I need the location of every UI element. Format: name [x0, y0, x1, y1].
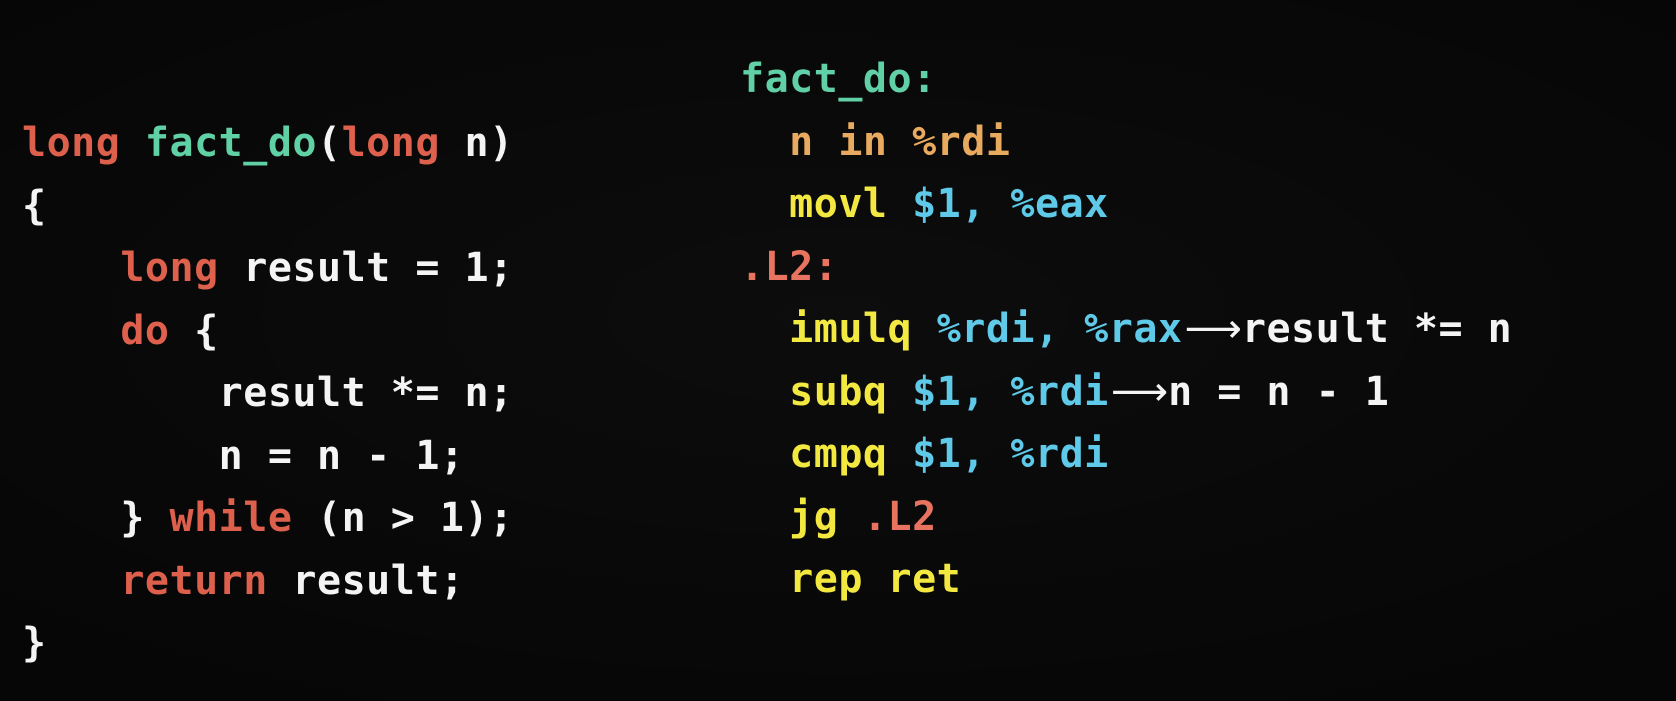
- asm-line-8: jg .L2: [740, 486, 1512, 549]
- code-token: result *= n: [1241, 306, 1513, 352]
- code-token: rep ret: [789, 556, 962, 602]
- asm-line-4: .L2:: [740, 236, 1512, 299]
- code-token: result = 1;: [218, 245, 514, 291]
- c-source-code-block: long fact_do(long n){ long result = 1; d…: [22, 112, 514, 675]
- c-line-8: return result;: [22, 550, 514, 613]
- code-token: .L2: [862, 493, 937, 540]
- code-token: jg: [789, 493, 839, 540]
- asm-line-7: cmpq $1, %rdi: [740, 423, 1512, 486]
- code-token: movl: [789, 181, 888, 227]
- asm-line-6: subq $1, %rdi⟶n = n - 1: [740, 361, 1512, 424]
- code-token: cmpq: [789, 431, 888, 477]
- asm-line-3: movl $1, %eax: [740, 173, 1512, 236]
- code-token: n = n - 1;: [22, 432, 465, 479]
- c-line-2: {: [22, 175, 514, 238]
- code-token: $1, %rdi: [912, 368, 1109, 415]
- code-token: (: [317, 120, 342, 166]
- c-line-4: do {: [22, 300, 514, 363]
- code-token: fact_do:: [740, 56, 937, 102]
- mapping-arrow-icon: ⟶: [1184, 306, 1242, 352]
- slide-canvas: long fact_do(long n){ long result = 1; d…: [0, 0, 1676, 701]
- asm-line-1: fact_do:: [740, 48, 1512, 111]
- code-token: }: [22, 620, 47, 666]
- c-line-5: result *= n;: [22, 362, 514, 425]
- code-token: result *= n;: [22, 370, 514, 416]
- code-token: do: [120, 307, 170, 354]
- asm-line-9: rep ret: [740, 548, 1512, 611]
- asm-line-2: n in %rdi: [740, 111, 1512, 174]
- c-line-9: }: [22, 612, 514, 675]
- code-token: {: [22, 182, 47, 229]
- code-token: result;: [267, 557, 465, 604]
- code-token: n in %rdi: [789, 118, 1011, 165]
- code-token: }: [22, 495, 170, 541]
- code-token: long: [341, 120, 440, 166]
- code-token: .L2:: [740, 243, 839, 290]
- c-line-6: n = n - 1;: [22, 425, 514, 488]
- code-token: n): [439, 120, 514, 166]
- c-line-3: long result = 1;: [22, 237, 514, 300]
- code-token: fact_do: [144, 120, 317, 166]
- code-token: long: [120, 245, 219, 291]
- code-token: n = n - 1: [1168, 368, 1390, 415]
- code-token: $1, %rdi: [912, 431, 1109, 477]
- code-token: %rdi, %rax: [936, 306, 1183, 352]
- code-token: imulq: [789, 306, 913, 352]
- code-token: return: [120, 557, 268, 604]
- asm-line-5: imulq %rdi, %rax⟶result *= n: [740, 298, 1512, 361]
- assembly-code-block: fact_do: n in %rdi movl $1, %eax .L2: imu…: [740, 48, 1512, 611]
- code-token: $1, %eax: [912, 181, 1109, 227]
- c-line-7: } while (n > 1);: [22, 487, 514, 550]
- mapping-arrow-icon: ⟶: [1110, 368, 1168, 415]
- c-line-1: long fact_do(long n): [22, 112, 514, 175]
- code-token: (n > 1);: [292, 495, 514, 541]
- code-token: while: [169, 495, 293, 541]
- code-token: long: [22, 120, 121, 166]
- code-token: {: [169, 307, 219, 354]
- code-token: subq: [789, 368, 888, 415]
